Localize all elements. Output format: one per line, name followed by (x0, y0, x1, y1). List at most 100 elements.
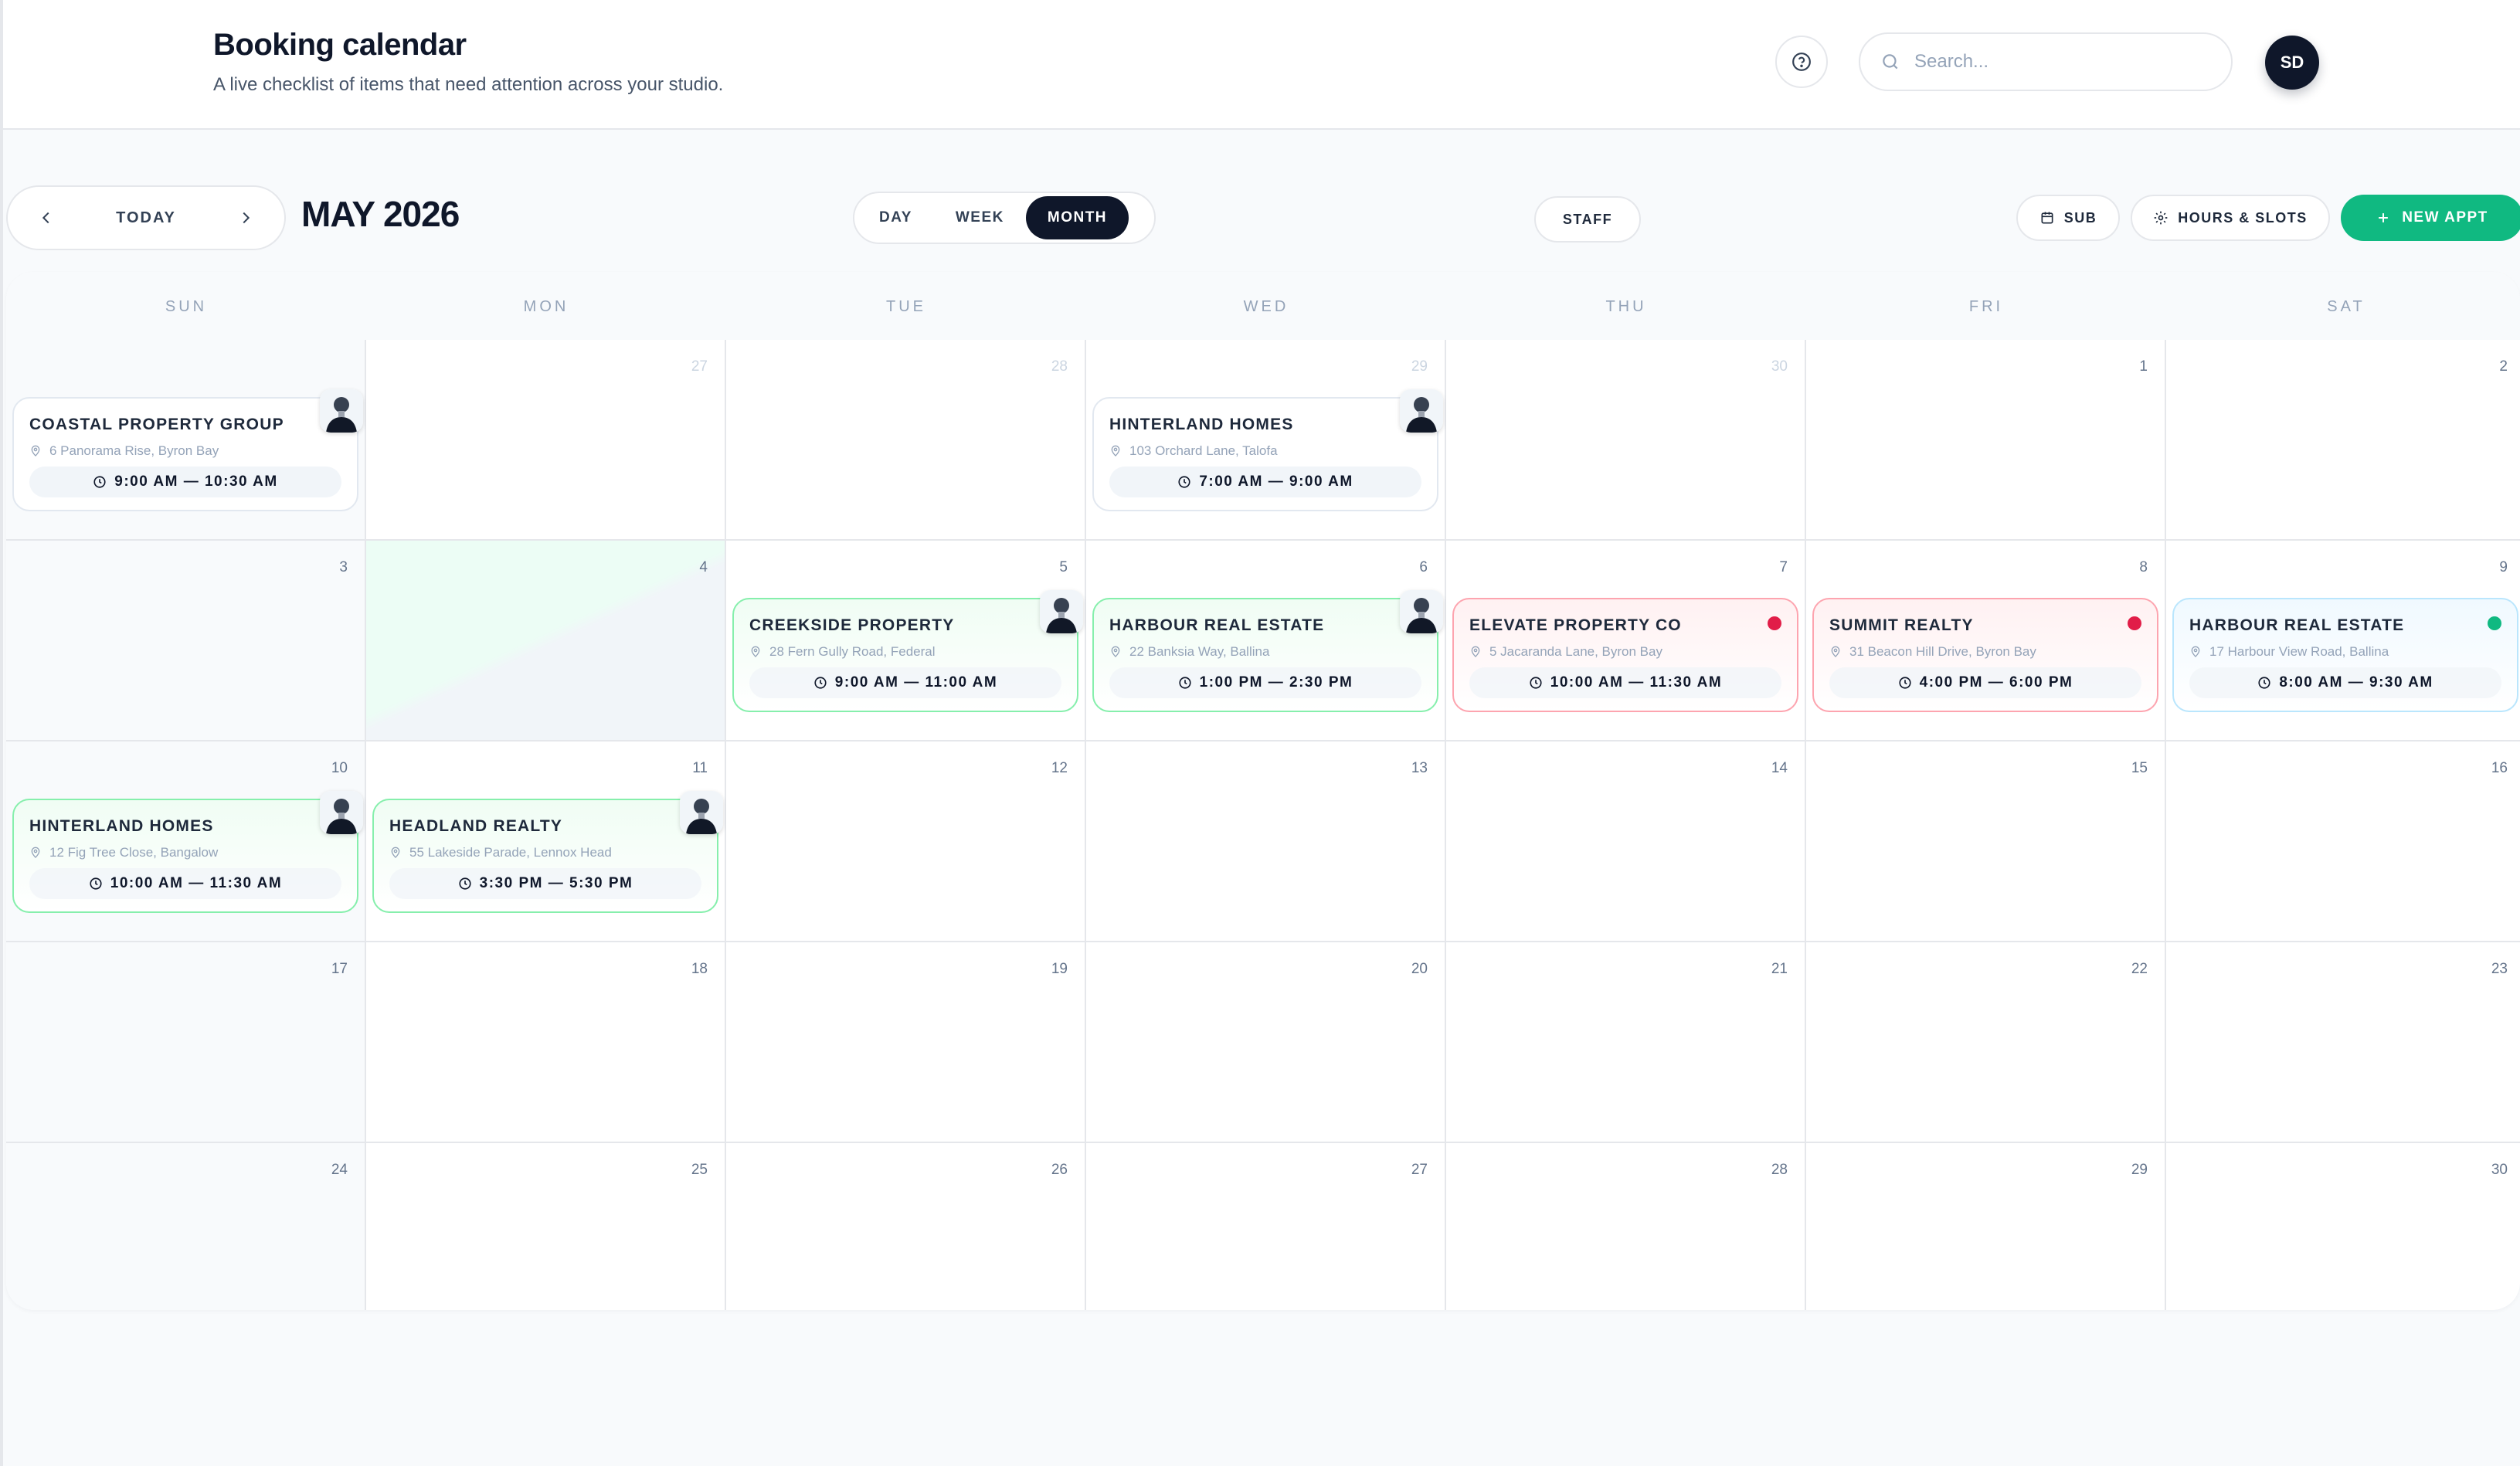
new-appointment-button[interactable]: NEW APPT (2341, 195, 2520, 241)
day-cell[interactable]: 14 (1446, 741, 1806, 942)
day-cell[interactable]: 4 (366, 541, 726, 741)
day-cell[interactable]: 22 (1806, 942, 2166, 1143)
appointment-time: 7:00 AM — 9:00 AM (1109, 467, 1421, 497)
day-cell[interactable]: 26 (726, 1143, 1086, 1310)
appointment-card[interactable]: HEADLAND REALTY 55 Lakeside Parade, Lenno… (372, 791, 723, 913)
view-day-button[interactable]: DAY (858, 196, 934, 239)
appointment-card[interactable]: ELEVATE PROPERTY CO 5 Jacaranda Lane, Byr… (1452, 598, 1798, 712)
left-border (0, 0, 3, 1466)
day-cell[interactable]: 5 CREEKSIDE PROPERTY 28 Fern Gully Road, F… (726, 541, 1086, 741)
today-button[interactable]: TODAY (116, 209, 176, 227)
day-cell[interactable]: 10 HINTERLAND HOMES 12 Fig Tree Close, Ban… (6, 741, 366, 942)
appointment-time-text: 1:00 PM — 2:30 PM (1199, 674, 1353, 691)
day-number: 28 (1771, 1162, 1788, 1178)
day-number: 25 (691, 1162, 708, 1178)
day-cell[interactable]: 27 (366, 340, 726, 541)
hours-slots-button[interactable]: HOURS & SLOTS (2131, 195, 2330, 241)
day-cell[interactable]: 8 SUMMIT REALTY 31 Beacon Hill Drive, Byro… (1806, 541, 2166, 741)
appointment-address-text: 55 Lakeside Parade, Lennox Head (409, 845, 612, 860)
day-cell[interactable]: COASTAL PROPERTY GROUP 6 Panorama Rise, B… (6, 340, 366, 541)
day-cell[interactable]: 30 (2166, 1143, 2520, 1310)
day-cell[interactable]: 25 (366, 1143, 726, 1310)
day-cell[interactable]: 24 (6, 1143, 366, 1310)
day-cell[interactable]: 28 (726, 340, 1086, 541)
day-cell[interactable]: 12 (726, 741, 1086, 942)
day-cell[interactable]: 29 HINTERLAND HOMES 103 Orchard Lane, Talo… (1086, 340, 1446, 541)
day-cell[interactable]: 13 (1086, 741, 1446, 942)
next-month-button[interactable] (230, 202, 261, 233)
status-dot (1768, 616, 1781, 630)
day-number: 9 (2499, 559, 2508, 575)
appointment-address: 28 Fern Gully Road, Federal (749, 644, 1061, 660)
prev-month-button[interactable] (31, 202, 62, 233)
appointment-address-text: 17 Harbour View Road, Ballina (2209, 644, 2389, 659)
staff-avatar[interactable] (320, 791, 363, 834)
day-number: 18 (691, 961, 708, 977)
appointment-address-text: 31 Beacon Hill Drive, Byron Bay (1849, 644, 2036, 659)
day-cell[interactable]: 29 (1806, 1143, 2166, 1310)
appointment-card[interactable]: HINTERLAND HOMES 103 Orchard Lane, Talofa… (1092, 389, 1443, 511)
staff-avatar[interactable] (680, 791, 723, 834)
view-week-button[interactable]: WEEK (934, 196, 1026, 239)
staff-button[interactable]: STAFF (1534, 196, 1641, 243)
day-cell[interactable]: 9 HARBOUR REAL ESTATE 17 Harbour View Road… (2166, 541, 2520, 741)
day-number: 30 (2491, 1162, 2508, 1178)
help-button[interactable] (1775, 36, 1828, 88)
day-cell[interactable]: 17 (6, 942, 366, 1143)
day-cell[interactable]: 27 (1086, 1143, 1446, 1310)
day-cell[interactable]: 7 ELEVATE PROPERTY CO 5 Jacaranda Lane, By… (1446, 541, 1806, 741)
day-cell[interactable]: 3 (6, 541, 366, 741)
user-avatar[interactable]: SD (2265, 36, 2319, 90)
weekday-sun: SUN (165, 298, 208, 315)
appointment-client: HINTERLAND HOMES (1109, 416, 1294, 433)
day-cell[interactable]: 20 (1086, 942, 1446, 1143)
weekday-sat: SAT (2327, 298, 2365, 315)
appointment-time-text: 10:00 AM — 11:30 AM (110, 875, 283, 891)
appointment-card[interactable]: SUMMIT REALTY 31 Beacon Hill Drive, Byron… (1812, 598, 2158, 712)
weekday-header: SUN MON TUE WED THU FRI SAT (6, 272, 2520, 340)
day-cell[interactable]: 6 HARBOUR REAL ESTATE 22 Banksia Way, Ball… (1086, 541, 1446, 741)
staff-avatar[interactable] (1400, 389, 1443, 433)
date-navigation: TODAY (6, 185, 286, 250)
search-box[interactable] (1859, 32, 2233, 91)
appointment-time-text: 7:00 AM — 9:00 AM (1199, 473, 1353, 490)
appointment-card[interactable]: HINTERLAND HOMES 12 Fig Tree Close, Banga… (12, 791, 363, 913)
day-cell[interactable]: 19 (726, 942, 1086, 1143)
appointment-card[interactable]: CREEKSIDE PROPERTY 28 Fern Gully Road, Fe… (732, 590, 1083, 712)
appointment-card[interactable]: COASTAL PROPERTY GROUP 6 Panorama Rise, B… (12, 389, 363, 511)
day-cell[interactable]: 21 (1446, 942, 1806, 1143)
day-cell[interactable]: 28 (1446, 1143, 1806, 1310)
staff-photo-icon (1040, 590, 1083, 633)
day-cell[interactable]: 23 (2166, 942, 2520, 1143)
day-cell[interactable]: 1 (1806, 340, 2166, 541)
clock-icon (1179, 677, 1191, 689)
day-cell[interactable]: 16 (2166, 741, 2520, 942)
status-dot (2488, 616, 2501, 630)
clock-icon (1899, 677, 1911, 689)
weekday-mon: MON (523, 298, 569, 315)
day-cell[interactable]: 11 HEADLAND REALTY 55 Lakeside Parade, Len… (366, 741, 726, 942)
weekday-thu: THU (1605, 298, 1647, 315)
day-number: 22 (2131, 961, 2148, 977)
appointment-time: 1:00 PM — 2:30 PM (1109, 667, 1421, 698)
search-input[interactable] (1914, 51, 2208, 73)
day-cell[interactable]: 15 (1806, 741, 2166, 942)
clock-icon (1530, 677, 1542, 689)
day-number: 10 (331, 760, 348, 776)
appointment-address-text: 12 Fig Tree Close, Bangalow (49, 845, 219, 860)
sub-button[interactable]: SUB (2016, 195, 2120, 241)
view-month-button[interactable]: MONTH (1025, 196, 1129, 239)
appointment-card[interactable]: HARBOUR REAL ESTATE 17 Harbour View Road,… (2172, 598, 2518, 712)
staff-avatar[interactable] (1400, 590, 1443, 633)
day-number: 4 (699, 559, 708, 575)
day-cell[interactable]: 30 (1446, 340, 1806, 541)
status-dot (2128, 616, 2141, 630)
appointment-address: 103 Orchard Lane, Talofa (1109, 443, 1421, 459)
staff-avatar[interactable] (320, 389, 363, 433)
appointment-time-text: 10:00 AM — 11:30 AM (1550, 674, 1723, 691)
appointment-card[interactable]: HARBOUR REAL ESTATE 22 Banksia Way, Balli… (1092, 590, 1443, 712)
staff-avatar[interactable] (1040, 590, 1083, 633)
day-cell[interactable]: 18 (366, 942, 726, 1143)
day-cell[interactable]: 2 (2166, 340, 2520, 541)
day-number: 28 (1051, 358, 1068, 375)
